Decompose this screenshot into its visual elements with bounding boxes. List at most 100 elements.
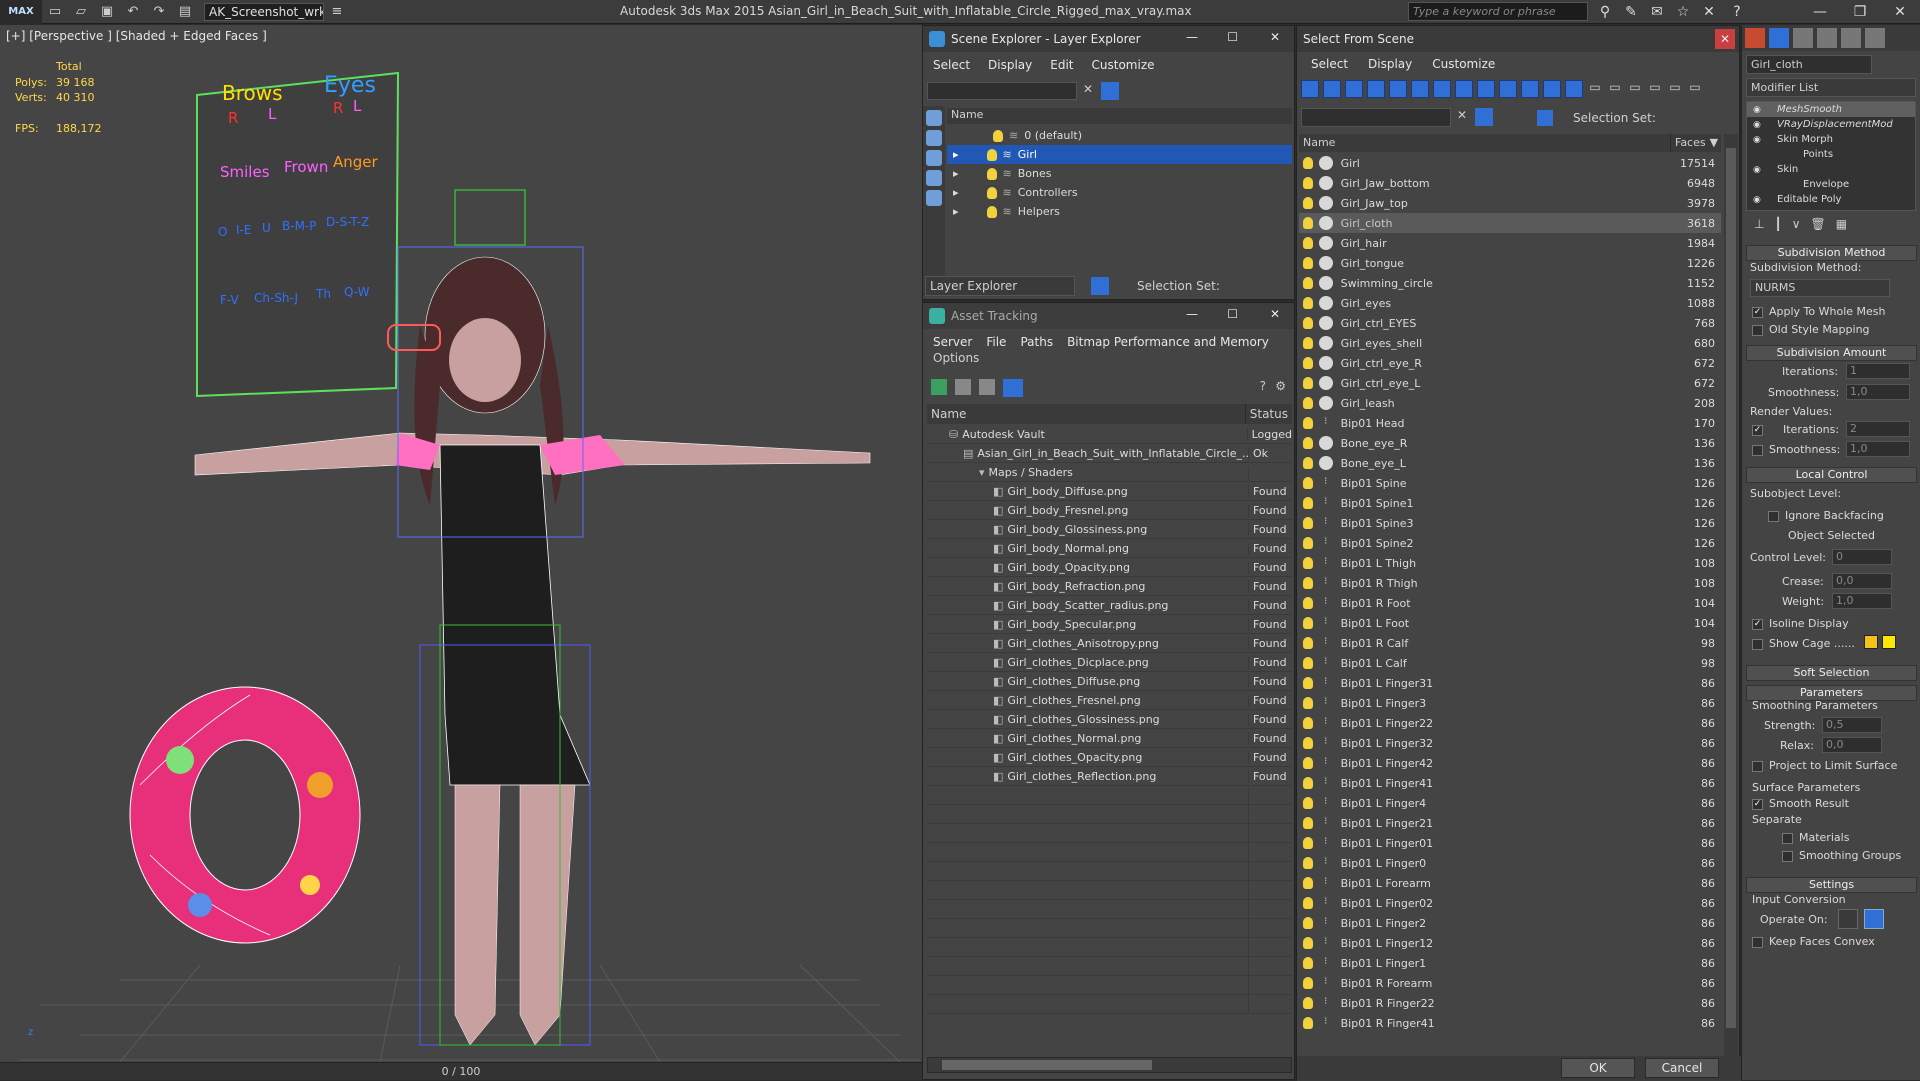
rollout-soft-selection[interactable]: Soft Selection <box>1746 665 1917 681</box>
at-help-icon[interactable]: ? <box>1260 379 1266 393</box>
sfs-selection-set[interactable]: Selection Set: <box>1573 111 1656 125</box>
sfs-filter-input[interactable] <box>1301 108 1451 127</box>
modifier-stack-item[interactable]: ◉ Skin <box>1747 162 1915 177</box>
visibility-bulb-icon[interactable] <box>1303 337 1313 349</box>
scene-object-row[interactable]: ⁝ Bip01 L Finger01 86 <box>1299 833 1721 853</box>
scene-object-row[interactable]: ⁝ Bip01 L Finger22 86 <box>1299 713 1721 733</box>
open-file-icon[interactable]: ▱ <box>70 2 92 22</box>
asset-row[interactable]: ⛁ Autodesk Vault Logged <box>927 425 1292 444</box>
at-scroll-thumb[interactable] <box>942 1060 1152 1070</box>
scene-object-row[interactable]: ⁝ Bip01 L Forearm 86 <box>1299 873 1721 893</box>
render-smoothness-spinner[interactable]: 1,0 <box>1846 441 1910 457</box>
asset-row[interactable]: ◧ Girl_body_Opacity.png Found <box>927 558 1292 577</box>
layer-row[interactable]: ▸ ≋ Bones <box>947 164 1292 183</box>
layer-row[interactable]: ▸ ≋ Girl <box>947 145 1292 164</box>
layer-visibility-icon[interactable] <box>993 129 1003 142</box>
visibility-bulb-icon[interactable] <box>1303 437 1313 449</box>
visibility-bulb-icon[interactable] <box>1303 797 1313 809</box>
visibility-bulb-icon[interactable] <box>1303 657 1313 669</box>
le-display-geometry-icon[interactable] <box>926 130 942 146</box>
at-col-status[interactable]: Status <box>1246 404 1292 424</box>
le-selection-set[interactable]: Selection Set: <box>1137 279 1220 293</box>
scene-object-row[interactable]: ⁝ Bip01 L Finger31 86 <box>1299 673 1721 693</box>
render-smoothness-checkbox[interactable]: Smoothness: <box>1752 443 1840 456</box>
visibility-bulb-icon[interactable] <box>1303 957 1313 969</box>
rollout-subdivision-method[interactable]: Subdivision Method <box>1746 245 1917 261</box>
visibility-bulb-icon[interactable] <box>1303 757 1313 769</box>
sfs-menu-customize[interactable]: Customize <box>1432 57 1495 71</box>
find-icon[interactable]: ▭ <box>1647 80 1663 98</box>
lights-filter-icon[interactable] <box>1367 80 1385 98</box>
geometry-filter-icon[interactable] <box>1323 80 1341 98</box>
at-menu-options[interactable]: Options <box>923 351 1294 365</box>
explorer-type-dropdown[interactable]: Layer Explorer <box>925 276 1075 296</box>
asset-row[interactable]: ◧ Girl_clothes_Reflection.png Found <box>927 767 1292 786</box>
visibility-bulb-icon[interactable] <box>1303 977 1313 989</box>
at-menu-bitmap[interactable]: Bitmap Performance and Memory <box>1067 335 1269 349</box>
table-view-icon[interactable] <box>1003 379 1023 397</box>
scene-object-row[interactable]: Swimming_circle 1152 <box>1299 273 1721 293</box>
scene-object-row[interactable]: Girl_eyes_shell 680 <box>1299 333 1721 353</box>
tools-icon[interactable]: ✎ <box>1620 2 1642 22</box>
cage-color-swatch-1[interactable] <box>1864 635 1878 649</box>
sfs-col-name[interactable]: Name <box>1299 134 1671 152</box>
containers-filter-icon[interactable] <box>1521 80 1539 98</box>
visibility-bulb-icon[interactable] <box>1303 937 1313 949</box>
asset-row[interactable]: ◧ Girl_body_Scatter_radius.png Found <box>927 596 1292 615</box>
refresh-icon[interactable] <box>931 379 947 395</box>
materials-checkbox[interactable]: Materials <box>1782 831 1849 844</box>
le-layer-icon[interactable] <box>1091 277 1109 295</box>
visibility-bulb-icon[interactable] <box>1303 217 1313 229</box>
asset-row[interactable]: ◧ Girl_body_Normal.png Found <box>927 539 1292 558</box>
at-col-name[interactable]: Name <box>927 404 1246 424</box>
help-icon[interactable]: ? <box>1726 2 1748 22</box>
utilities-tab-icon[interactable] <box>1865 28 1885 48</box>
le-maximize-icon[interactable]: ☐ <box>1227 30 1238 44</box>
layer-explorer-titlebar[interactable]: Scene Explorer - Layer Explorer — ☐ ✕ <box>923 26 1294 52</box>
operate-on-triangles-icon[interactable] <box>1838 909 1858 929</box>
visibility-bulb-icon[interactable] <box>1303 517 1313 529</box>
at-horizontal-scrollbar[interactable] <box>927 1057 1292 1073</box>
cancel-button[interactable]: Cancel <box>1645 1058 1719 1078</box>
le-menu-display[interactable]: Display <box>988 58 1032 72</box>
ignore-backfacing-checkbox[interactable]: Ignore Backfacing <box>1768 509 1884 522</box>
modifier-stack-item[interactable]: Envelope <box>1747 177 1915 192</box>
keep-faces-convex-checkbox[interactable]: Keep Faces Convex <box>1752 935 1875 948</box>
visibility-bulb-icon[interactable] <box>1303 777 1313 789</box>
sfs-scroll-thumb[interactable] <box>1726 148 1736 1028</box>
scene-object-row[interactable]: Girl_Jaw_top 3978 <box>1299 193 1721 213</box>
sfs-vertical-scrollbar[interactable] <box>1724 134 1738 1070</box>
rollout-settings[interactable]: Settings <box>1746 877 1917 893</box>
smoothing-groups-checkbox[interactable]: Smoothing Groups <box>1782 849 1901 862</box>
asset-row[interactable]: ◧ Girl_clothes_Opacity.png Found <box>927 748 1292 767</box>
asset-row[interactable]: ◧ Girl_clothes_Normal.png Found <box>927 729 1292 748</box>
expand-icon[interactable]: ▸ <box>953 148 959 161</box>
old-style-mapping-checkbox[interactable]: Old Style Mapping <box>1752 323 1870 336</box>
thumbnail-view-icon[interactable] <box>979 379 995 395</box>
frozen-filter-icon[interactable] <box>1543 80 1561 98</box>
sfs-col-faces[interactable]: Faces <box>1671 134 1710 152</box>
scene-object-row[interactable]: Girl_ctrl_eye_L 672 <box>1299 373 1721 393</box>
visibility-bulb-icon[interactable] <box>1303 837 1313 849</box>
sync-selection-icon[interactable]: ▭ <box>1667 80 1683 98</box>
list-view-icon[interactable] <box>955 379 971 395</box>
le-display-none-icon[interactable] <box>926 110 942 126</box>
minimize-icon[interactable]: — <box>1800 0 1840 24</box>
modifier-stack-item[interactable]: ◉ VRayDisplacementMod <box>1747 117 1915 132</box>
scene-object-row[interactable]: ⁝ Bip01 R Finger41 86 <box>1299 1013 1721 1033</box>
layer-row[interactable]: ≋ 0 (default) <box>947 126 1292 145</box>
scene-object-row[interactable]: ⁝ Bip01 L Finger4 86 <box>1299 793 1721 813</box>
visibility-bulb-icon[interactable] <box>1303 1017 1313 1029</box>
sfs-hierarchy-icon[interactable] <box>1537 110 1553 126</box>
asset-row[interactable]: ◧ Girl_body_Glossiness.png Found <box>927 520 1292 539</box>
scene-object-row[interactable]: ⁝ Bip01 R Finger22 86 <box>1299 993 1721 1013</box>
visibility-bulb-icon[interactable] <box>1303 817 1313 829</box>
scene-object-row[interactable]: ⁝ Bip01 L Finger12 86 <box>1299 933 1721 953</box>
visibility-bulb-icon[interactable] <box>1303 397 1313 409</box>
scene-object-row[interactable]: ⁝ Bip01 L Finger32 86 <box>1299 733 1721 753</box>
visibility-bulb-icon[interactable] <box>1303 457 1313 469</box>
new-file-icon[interactable]: ▭ <box>44 2 66 22</box>
helpers-filter-icon[interactable] <box>1411 80 1429 98</box>
operate-on-polygons-icon[interactable] <box>1864 909 1884 929</box>
scene-object-row[interactable]: ⁝ Bip01 R Calf 98 <box>1299 633 1721 653</box>
